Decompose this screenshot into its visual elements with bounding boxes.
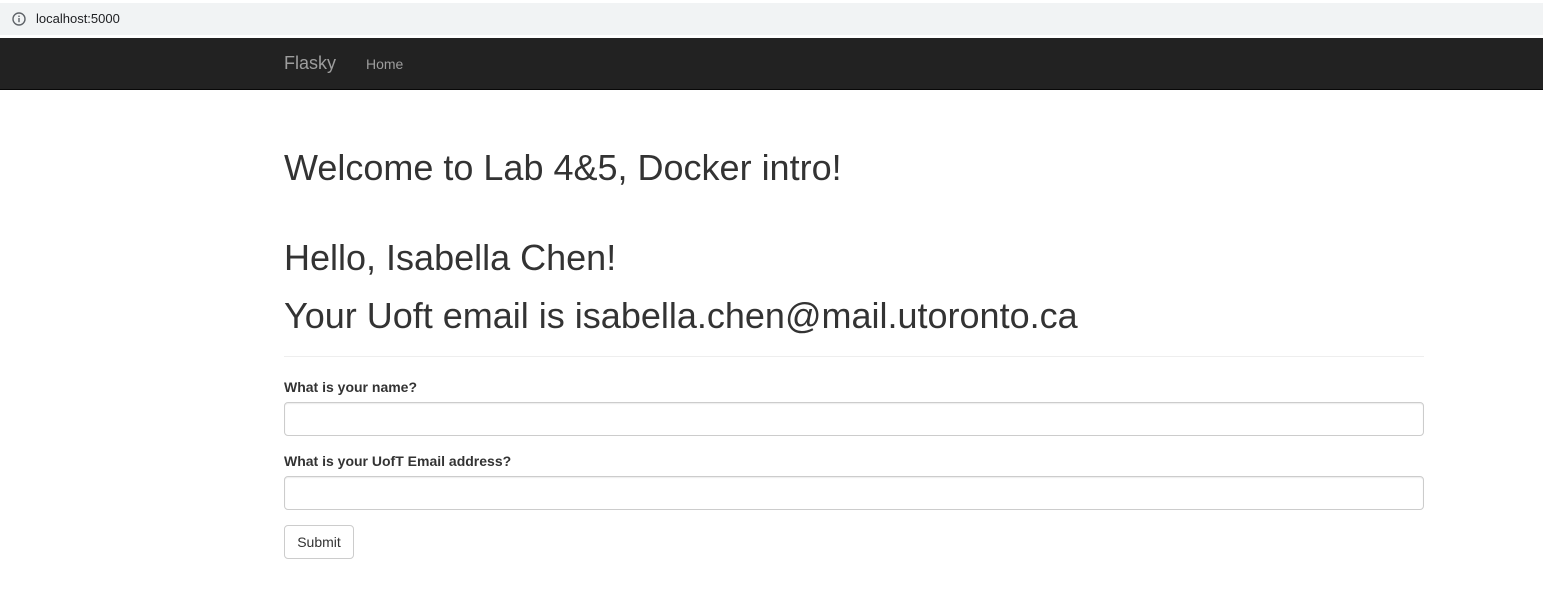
nav-item-home[interactable]: Home bbox=[366, 55, 403, 73]
welcome-heading: Welcome to Lab 4&5, Docker intro! bbox=[284, 147, 842, 188]
info-circle-icon[interactable] bbox=[12, 12, 26, 26]
name-input[interactable] bbox=[284, 402, 1424, 436]
name-label: What is your name? bbox=[284, 379, 418, 395]
email-heading: Your Uoft email is isabella.chen@mail.ut… bbox=[284, 295, 1078, 336]
browser-toolbar: localhost:5000 bbox=[0, 0, 1543, 38]
submit-button[interactable]: Submit bbox=[284, 525, 354, 559]
divider bbox=[284, 356, 1424, 357]
top-navbar: Flasky Home bbox=[0, 38, 1543, 90]
url-text[interactable]: localhost:5000 bbox=[36, 11, 120, 27]
greeting-heading: Hello, Isabella Chen! bbox=[284, 237, 617, 278]
navbar-brand[interactable]: Flasky bbox=[284, 53, 336, 73]
email-input[interactable] bbox=[284, 476, 1424, 510]
email-label: What is your UofT Email address? bbox=[284, 453, 512, 469]
address-bar[interactable]: localhost:5000 bbox=[0, 3, 1543, 35]
